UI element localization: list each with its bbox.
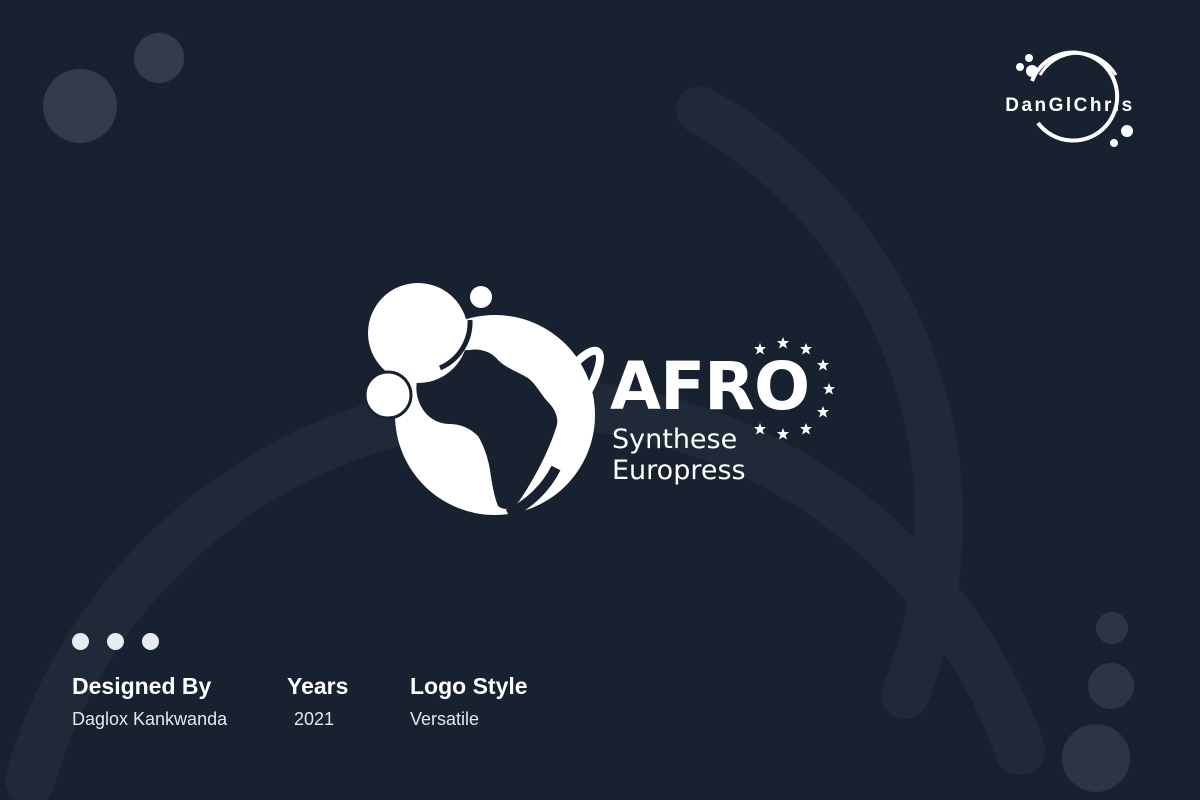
bubble-decoration	[1062, 724, 1130, 792]
info-heading: Designed By	[72, 673, 212, 699]
info-heading: Years	[287, 673, 349, 699]
bubble-decoration	[1096, 612, 1128, 644]
logo-subtitle-line1: Synthese	[612, 424, 738, 455]
info-designer: Designed By Daglox Kankwanda	[72, 672, 227, 731]
logo-title: AFRO	[610, 348, 810, 425]
globe-africa-icon	[363, 283, 604, 519]
bubble-decoration	[1088, 663, 1134, 709]
info-value: 2021	[294, 709, 335, 729]
logo-subtitle-line2: Europress	[612, 455, 746, 486]
info-value: Daglox Kankwanda	[72, 709, 228, 729]
bubble-decoration	[134, 33, 184, 83]
brand-logo: DanGlChris	[990, 45, 1150, 155]
info-value: Versatile	[410, 709, 480, 729]
dot	[72, 633, 89, 650]
info-logo-style: Logo Style Versatile	[410, 672, 528, 731]
bubble-decoration	[43, 69, 117, 143]
dot	[142, 633, 159, 650]
dot	[107, 633, 124, 650]
info-years: Years 2021	[287, 672, 348, 731]
brand-name: DanGlChris	[1005, 95, 1135, 116]
info-heading: Logo Style	[410, 673, 528, 699]
